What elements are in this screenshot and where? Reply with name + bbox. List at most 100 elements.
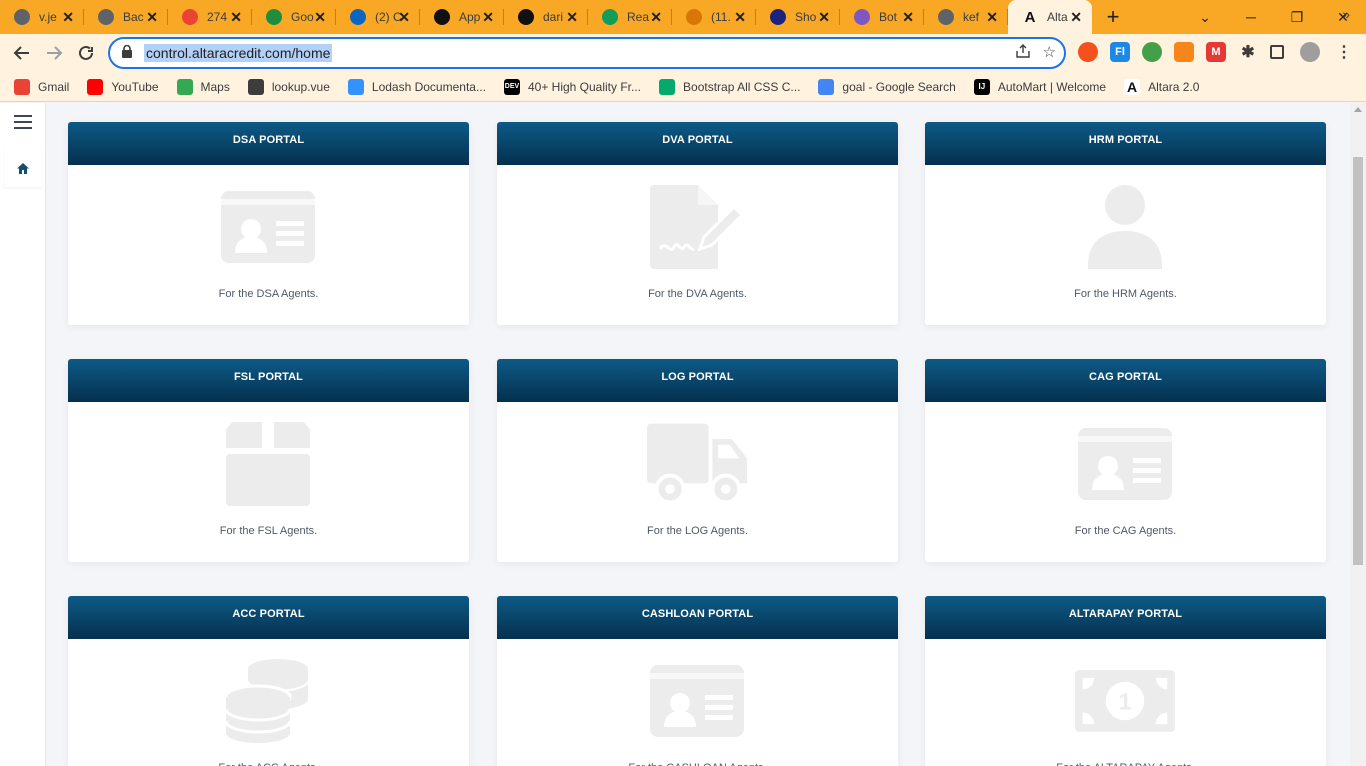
svg-text:1: 1 — [1119, 689, 1132, 715]
chevron-double-right-icon[interactable]: » — [1342, 6, 1350, 22]
portal-card[interactable]: LOG PORTAL For the LOG Agents. — [497, 359, 898, 562]
extension-m-icon[interactable]: M — [1206, 42, 1226, 62]
portal-title: CASHLOAN PORTAL — [497, 596, 898, 639]
bookmark-item[interactable]: Maps — [176, 78, 230, 95]
altara-icon: A — [1124, 78, 1141, 95]
portal-card[interactable]: DVA PORTAL For the DVA Agents. — [497, 122, 898, 325]
extension-fi-icon[interactable]: Fl — [1110, 42, 1130, 62]
portal-description: For the ACC Agents. — [68, 762, 469, 766]
browser-tab[interactable]: dari ✕ — [504, 0, 588, 34]
portal-title: ACC PORTAL — [68, 596, 469, 639]
portal-description: For the ALTARAPAY Agents. — [925, 762, 1326, 766]
profile-avatar[interactable] — [1300, 42, 1320, 62]
id-card-icon — [218, 182, 318, 272]
scrollbar-thumb[interactable] — [1353, 157, 1363, 565]
close-tab-icon[interactable]: ✕ — [482, 9, 494, 25]
close-tab-icon[interactable]: ✕ — [818, 9, 830, 25]
extension-pen-icon[interactable] — [1142, 42, 1162, 62]
star-icon[interactable]: ☆ — [1043, 43, 1056, 63]
portal-card[interactable]: FSL PORTAL For the FSL Agents. — [68, 359, 469, 562]
bookmark-item[interactable]: goal - Google Search — [818, 78, 956, 95]
bookmark-item[interactable]: Bootstrap All CSS C... — [659, 78, 801, 95]
bookmark-label: Bootstrap All CSS C... — [683, 79, 801, 94]
tab-search-icon[interactable]: ⌄ — [1182, 0, 1228, 34]
bookmark-item[interactable]: DEV 40+ High Quality Fr... — [503, 78, 641, 95]
portal-card[interactable]: CAG PORTAL For the CAG Agents. — [925, 359, 1326, 562]
close-tab-icon[interactable]: ✕ — [314, 9, 326, 25]
portal-description: For the CASHLOAN Agents. — [497, 762, 898, 766]
bookmark-item[interactable]: Lodash Documenta... — [347, 78, 486, 95]
portal-description: For the CAG Agents. — [1074, 525, 1177, 537]
back-button[interactable] — [6, 37, 38, 69]
bookmark-item[interactable]: A Altara 2.0 — [1124, 78, 1200, 95]
close-tab-icon[interactable]: ✕ — [398, 9, 410, 25]
browser-tab[interactable]: 274 ✕ — [168, 0, 252, 34]
close-tab-icon[interactable]: ✕ — [986, 9, 998, 25]
hamburger-menu-icon[interactable] — [14, 115, 32, 133]
close-tab-icon[interactable]: ✕ — [650, 9, 662, 25]
portal-title: DSA PORTAL — [68, 122, 469, 165]
box-icon — [218, 419, 318, 509]
restore-icon[interactable]: ❐ — [1274, 0, 1320, 34]
browser-tab[interactable]: A Alta ✕ — [1008, 0, 1092, 34]
bookmark-item[interactable]: Gmail — [14, 78, 69, 95]
portal-card[interactable]: ACC PORTAL For the ACC Agents. — [68, 596, 469, 766]
close-tab-icon[interactable]: ✕ — [566, 9, 578, 25]
lodash-icon — [347, 78, 364, 95]
metamask-icon[interactable] — [1174, 42, 1194, 62]
portal-title: LOG PORTAL — [497, 359, 898, 402]
close-tab-icon[interactable]: ✕ — [62, 9, 74, 25]
portal-title: CAG PORTAL — [925, 359, 1326, 402]
bookmark-label: Altara 2.0 — [1148, 79, 1200, 94]
new-tab-button[interactable]: + — [1098, 2, 1128, 32]
w-icon — [770, 9, 786, 25]
bookmark-item[interactable]: YouTube — [87, 78, 159, 95]
scroll-up-arrow-icon[interactable] — [1354, 107, 1362, 112]
bookmark-item[interactable]: IJ AutoMart | Welcome — [973, 78, 1106, 95]
portal-card[interactable]: DSA PORTAL For the DSA Agents. — [68, 122, 469, 325]
portal-card[interactable]: HRM PORTAL For the HRM Agents. — [925, 122, 1326, 325]
money-bill-icon: 1 — [1075, 656, 1175, 746]
reload-button[interactable] — [70, 37, 102, 69]
browser-tab[interactable]: kef ✕ — [924, 0, 1008, 34]
portal-card[interactable]: CASHLOAN PORTAL For the CASHLOAN Agents. — [497, 596, 898, 766]
address-bar[interactable]: control.altaracredit.com/home ☆ — [108, 37, 1066, 69]
dev-icon: DEV — [503, 78, 520, 95]
portal-card[interactable]: ALTARAPAY PORTAL 1 For the ALTARAPAY Agent… — [925, 596, 1326, 766]
browser-tab[interactable]: Rea ✕ — [588, 0, 672, 34]
maps-icon — [176, 78, 193, 95]
url-text[interactable]: control.altaracredit.com/home — [144, 44, 333, 62]
file-signature-icon — [647, 182, 747, 272]
minimize-icon[interactable]: ─ — [1228, 0, 1274, 34]
browser-tab[interactable]: (2) C ✕ — [336, 0, 420, 34]
scrollbar[interactable] — [1350, 103, 1366, 766]
portal-title: HRM PORTAL — [925, 122, 1326, 165]
browser-tab[interactable]: Bac ✕ — [84, 0, 168, 34]
sidebar-item-home[interactable] — [4, 149, 42, 187]
forward-button[interactable] — [38, 37, 70, 69]
youtube-icon — [87, 78, 104, 95]
browser-tab[interactable]: App ✕ — [420, 0, 504, 34]
side-panel-icon[interactable] — [1270, 45, 1284, 59]
intellij-icon: IJ — [973, 78, 990, 95]
close-tab-icon[interactable]: ✕ — [902, 9, 914, 25]
browser-tab[interactable]: v.je ✕ — [0, 0, 84, 34]
color-extension-icon[interactable] — [1078, 42, 1098, 62]
browser-tab[interactable]: (11. ✕ — [672, 0, 756, 34]
kebab-menu-icon[interactable]: ⋮ — [1334, 42, 1354, 62]
browser-tab[interactable]: Goo ✕ — [252, 0, 336, 34]
bookmark-label: Maps — [200, 79, 230, 94]
browser-tab[interactable]: Bot ✕ — [840, 0, 924, 34]
coins-icon — [218, 656, 318, 746]
browser-tab[interactable]: Sho ✕ — [756, 0, 840, 34]
close-tab-icon[interactable]: ✕ — [1070, 9, 1082, 25]
close-tab-icon[interactable]: ✕ — [146, 9, 158, 25]
close-tab-icon[interactable]: ✕ — [734, 9, 746, 25]
share-icon[interactable] — [1015, 43, 1031, 63]
puzzle-icon[interactable]: ✱ — [1238, 42, 1258, 62]
bookmarks-bar: Gmail YouTube Maps lookup.vue Lodash Documen… — [0, 72, 1366, 102]
truck-icon — [647, 419, 747, 509]
user-icon — [1075, 182, 1175, 272]
bookmark-item[interactable]: lookup.vue — [247, 78, 330, 95]
close-tab-icon[interactable]: ✕ — [230, 9, 242, 25]
